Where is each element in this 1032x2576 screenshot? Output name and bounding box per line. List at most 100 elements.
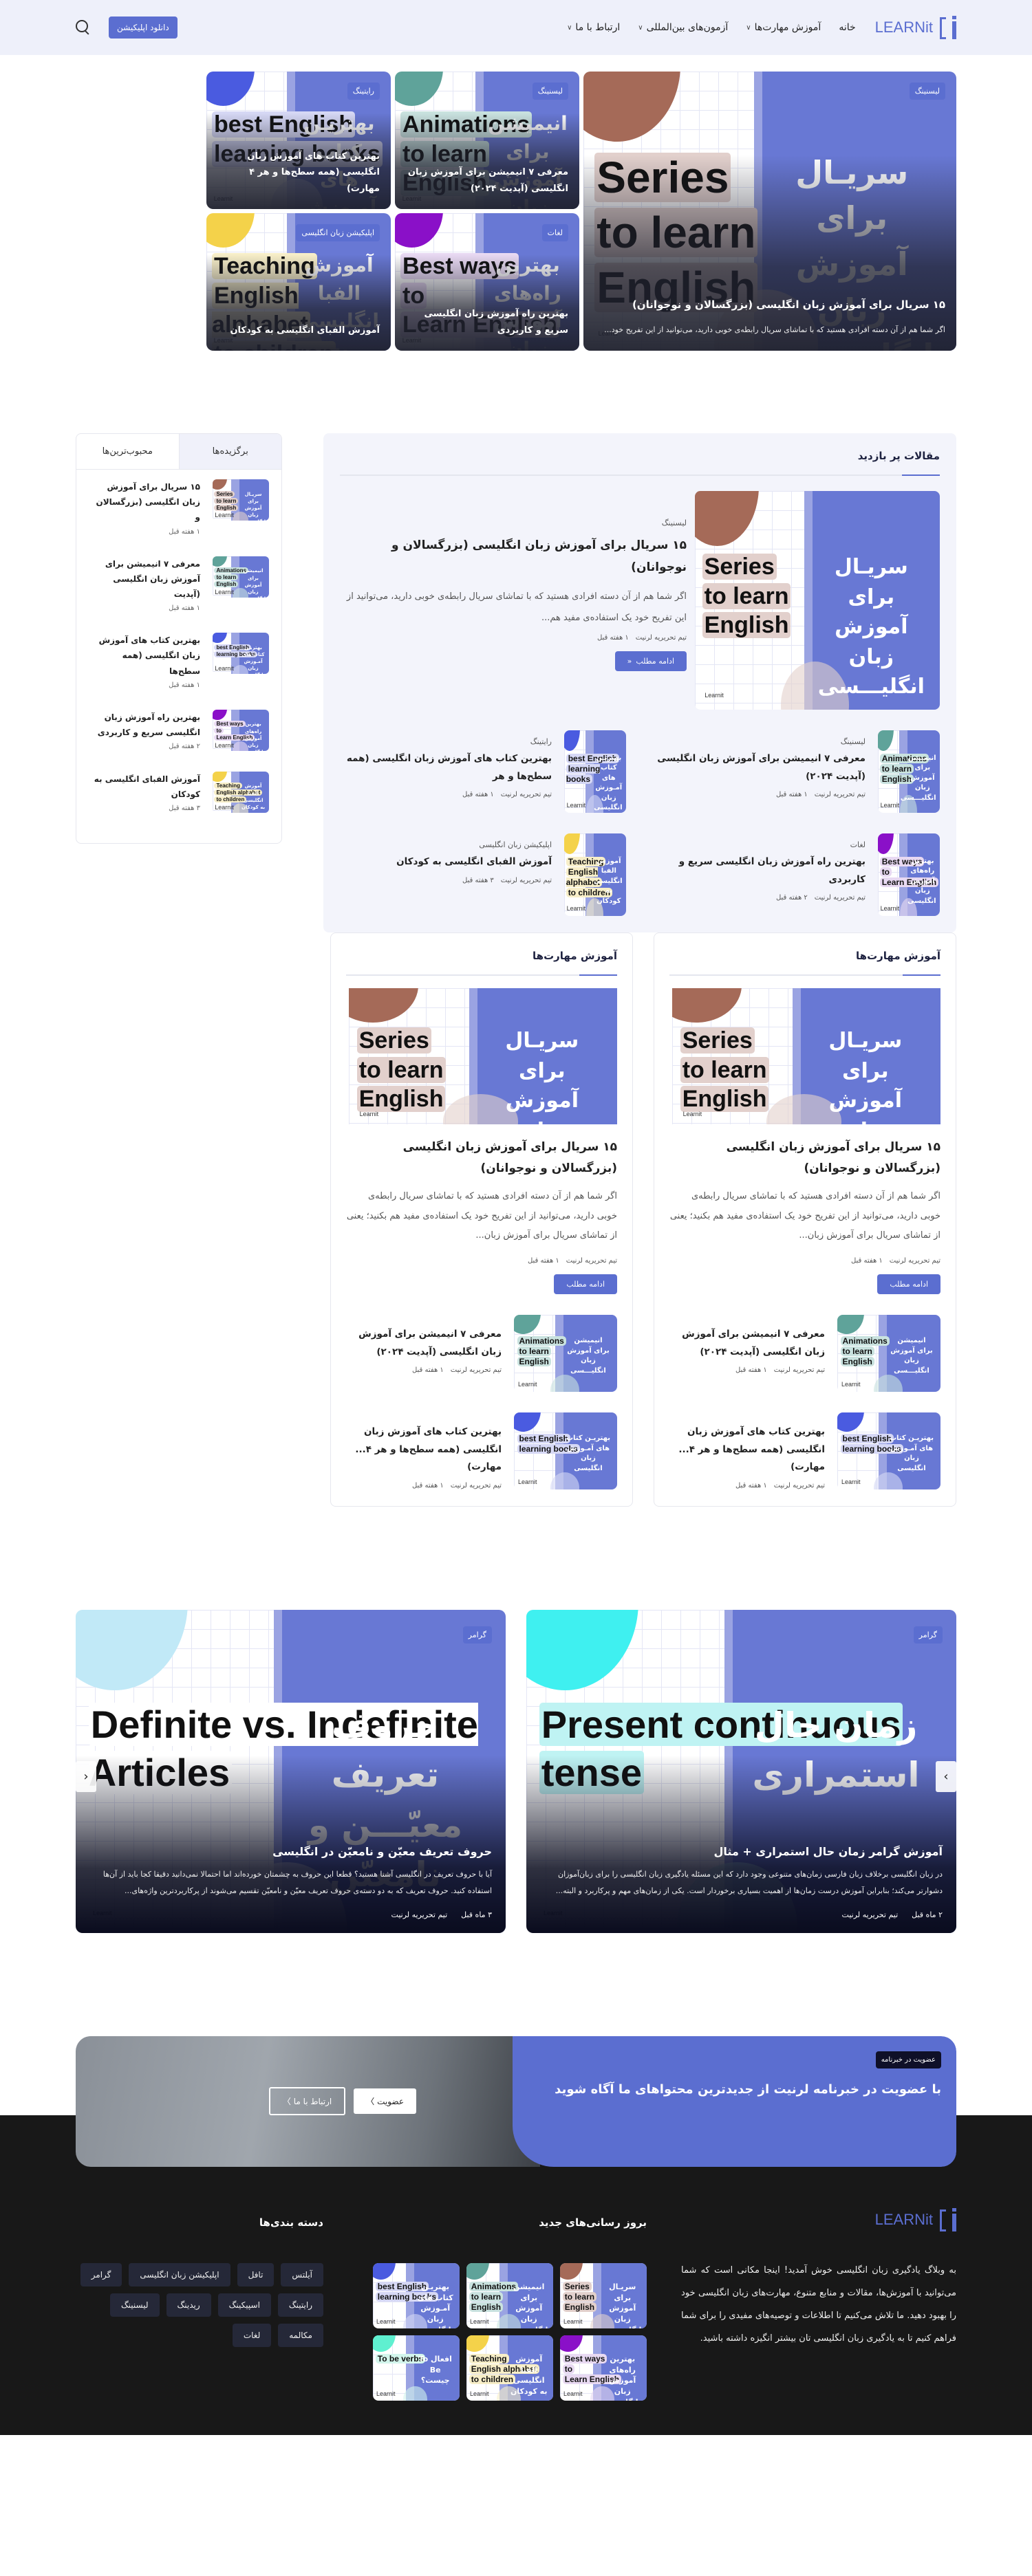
hero-card[interactable]: best English learning booksبهتریـن کتاب … [206,72,391,209]
hero-card[interactable]: Animationsto learnEnglishانیمیشن برای آم… [395,72,579,209]
slide-card[interactable]: Present continuoustenseزمان حال استمراری… [526,1609,956,1933]
nav-skills[interactable]: آموزش مهارت‌ها ∨ [746,22,821,33]
category-chip[interactable]: گرامر [80,2262,122,2286]
list-item[interactable]: best English learning books بهتریـن کتاب … [89,633,269,689]
category-chip[interactable]: تافل [237,2262,275,2286]
nav-exams[interactable]: آزمون‌های بین‌المللی ∨ [638,22,728,33]
category-label[interactable]: لیسنینگ [654,737,866,746]
article-title[interactable]: ۱۵ سریال برای آموزش زبان انگلیسی (بزرگسا… [346,1137,617,1179]
category-chip[interactable]: رایتینگ [277,2293,323,2317]
category-badge[interactable]: لغات [541,224,568,241]
article-thumbnail[interactable]: best English learning books بهتریـن کتاب … [213,633,269,675]
category-badge[interactable]: اپلیکیشن زبان انگلیسی [296,224,380,241]
list-item[interactable]: best English learning books بهتریـن کتاب … [346,1412,617,1489]
article-thumbnail[interactable]: Best ways to Learn English بهترین راه‌های … [560,2335,647,2401]
thumbnail-persian-text: سریـال برای آموزش زبان انگلیـــسی [817,555,925,699]
list-item[interactable]: Animations to learn English انیمیشن برای آم… [654,730,940,813]
article-title[interactable]: ۱۵ سریال برای آموزش زبان انگلیسی (بزرگسا… [89,479,201,525]
article-title[interactable]: معرفی ۷ انیمیشن برای آموزش زبان انگلیسی … [669,1326,825,1361]
footer-logo[interactable]: LEARNit [681,2207,956,2231]
nav-home[interactable]: خانه [839,22,855,33]
article-title: آموزش گرامر زمان حال استمراری + مثال [713,1844,943,1858]
article-thumbnail[interactable]: Seriesto learnEnglishسریـال برای آموزش ز… [349,988,617,1124]
category-badge[interactable]: لیسنینگ [532,83,568,100]
list-item[interactable]: Animations to learn English انیمیشن برای آم… [89,556,269,612]
article-thumbnail[interactable]: best English learning books بهتریـن کتاب … [837,1412,940,1489]
category-label[interactable]: لیسنینگ [340,519,687,527]
article-title[interactable]: بهترین کتاب های آموزش زبان انگلیسی (همه … [89,633,200,679]
slider-prev-button[interactable]: ‹ [76,1760,96,1792]
article-thumbnail[interactable]: Seriesto learnEnglishسریـال برای آموزش ز… [560,2262,647,2328]
list-item[interactable]: Best ways to Learn English بهترین راه‌های … [89,709,269,751]
category-badge[interactable]: گرامر [913,1626,943,1644]
category-label[interactable]: اپلیکیشن زبان انگلیسی [340,840,552,849]
list-item[interactable]: Animations to learn English انیمیشن برای آم… [669,1314,940,1392]
search-icon[interactable] [76,20,91,35]
contact-button[interactable]: ارتباط با ما 〉 [268,2087,346,2116]
article-thumbnail[interactable]: Teaching English alphabet to children آموزش… [466,2335,553,2401]
article-thumbnail[interactable]: Seriesto learnEnglishسریـال برای آموزش ز… [213,479,269,521]
category-badge[interactable]: لیسنینگ [909,83,945,100]
article-thumbnail[interactable]: best English learning books بهتریـن کتاب … [564,730,626,813]
list-item[interactable]: Teaching English alphabet to children آموزش… [89,771,269,813]
list-item[interactable]: Best ways to Learn English بهترین راه‌های … [654,833,940,916]
article-title[interactable]: بهترین راه آموزش زبان انگلیسی سریع و کار… [654,853,866,888]
article-thumbnail[interactable]: Teaching English alphabet to children آموزش… [564,833,626,916]
tab-featured[interactable]: برگزیده‌ها [178,434,281,470]
slider-next-button[interactable]: › [936,1760,956,1792]
category-chip[interactable]: لغات [232,2323,272,2347]
article-thumbnail[interactable]: best English learning books بهتریـن کتاب … [373,2262,460,2328]
article-thumbnail[interactable]: Seriesto learnEnglishسریـال برای آموزش ز… [672,988,940,1124]
list-item[interactable]: Animations to learn English انیمیشن برای آم… [346,1314,617,1392]
category-label[interactable]: لغات [654,840,866,849]
hero-card[interactable]: Best ways toLearn Englishبهترین راه‌های … [395,213,579,351]
article-thumbnail[interactable]: best English learning books بهتریـن کتاب … [514,1412,617,1489]
article-thumbnail[interactable]: Seriesto learnEnglishسریـال برای آموزش ز… [695,491,940,710]
tab-most-popular[interactable]: محبوب‌ترین‌ها [76,434,179,470]
article-title[interactable]: معرفی ۷ انیمیشن برای آموزش زبان انگلیسی … [89,556,200,602]
article-thumbnail[interactable]: Best ways to Learn English بهترین راه‌های … [878,833,940,916]
article-thumbnail[interactable]: Best ways to Learn English بهترین راه‌های … [213,709,269,751]
article-title[interactable]: بهترین کتاب های آموزش زبان انگلیسی (همه … [346,1423,502,1476]
category-chip[interactable]: اپلیکیشن زبان انگلیسی [129,2262,230,2286]
article-thumbnail[interactable]: Animations to learn English انیمیشن برای آم… [837,1314,940,1392]
category-badge[interactable]: گرامر [462,1626,492,1644]
read-more-button[interactable]: ادامه مطلب [554,1274,617,1294]
article-thumbnail[interactable]: Teaching English alphabet to children آموزش… [213,771,269,813]
read-more-button[interactable]: ادامه مطلب [877,1274,940,1294]
article-title[interactable]: معرفی ۷ انیمیشن برای آموزش زبان انگلیسی … [654,750,866,785]
article-title[interactable]: بهترین کتاب های آموزش زبان انگلیسی (همه … [340,750,552,785]
download-app-button[interactable]: دانلود اپلیکیشن [109,17,178,39]
article-thumbnail[interactable]: Animations to learn English انیمیشن برای آم… [213,556,269,598]
category-chip[interactable]: ریدینگ [166,2293,211,2317]
category-label[interactable]: رایتینگ [340,737,552,746]
category-chip[interactable]: آیلتس [281,2262,323,2286]
article-title[interactable]: بهترین کتاب های آموزش زبان انگلیسی (همه … [669,1423,825,1476]
hero-featured-card[interactable]: Seriesto learnEnglishسریـال برای آموزش ز… [583,72,956,351]
article-title[interactable]: آموزش الفبای انگلیسی به کودکان [89,772,200,802]
list-item[interactable]: best English learning books بهتریـن کتاب … [669,1412,940,1489]
article-thumbnail[interactable]: Animations to learn English انیمیشن برای آم… [514,1314,617,1392]
article-thumbnail[interactable]: Animations to learn English انیمیشن برای آم… [878,730,940,813]
list-item[interactable]: best English learning books بهتریـن کتاب … [340,730,626,813]
article-title[interactable]: بهترین راه آموزش زبان انگلیسی سریع و کار… [89,710,200,740]
read-more-button[interactable]: ادامه مطلب « [614,651,687,671]
article-title[interactable]: آموزش الفبای انگلیسی به کودکان [340,853,552,871]
article-thumbnail[interactable]: Animations to learn English انیمیشن برای آم… [466,2262,553,2328]
category-badge[interactable]: رایتینگ [347,83,380,100]
article-title[interactable]: معرفی ۷ انیمیشن برای آموزش زبان انگلیسی … [346,1326,502,1361]
join-button[interactable]: عضویت 〉 [354,2088,416,2115]
slide-card[interactable]: Definite vs. Indefinite Articlesحروف تعر… [76,1609,506,1933]
article-thumbnail[interactable]: To be verbs افعال To Be چیست؟ Learnit [373,2335,460,2401]
nav-contact[interactable]: ارتباط با ما ∨ [567,22,620,33]
article-title[interactable]: ۱۵ سریال برای آموزش زبان انگلیسی (بزرگسا… [340,534,687,579]
list-item[interactable]: Teaching English alphabet to children آموزش… [340,833,626,916]
category-chip[interactable]: لیسنینگ [109,2293,160,2317]
list-item[interactable]: Series to learn English سریـال برای آموزش ز… [89,479,269,536]
category-chip[interactable]: اسپیکینگ [217,2293,271,2317]
article-title[interactable]: ۱۵ سریال برای آموزش زبان انگلیسی (بزرگسا… [669,1137,940,1179]
hero-card[interactable]: TeachingEnglish alphabetto childrenآموزش… [206,213,391,351]
category-chip[interactable]: مکالمه [278,2323,323,2347]
site-logo[interactable]: LEARNit [875,16,956,39]
thumbnail-persian-text: بهتریـن کتاب های آمـوزش زبان انگلیسی [241,644,265,674]
